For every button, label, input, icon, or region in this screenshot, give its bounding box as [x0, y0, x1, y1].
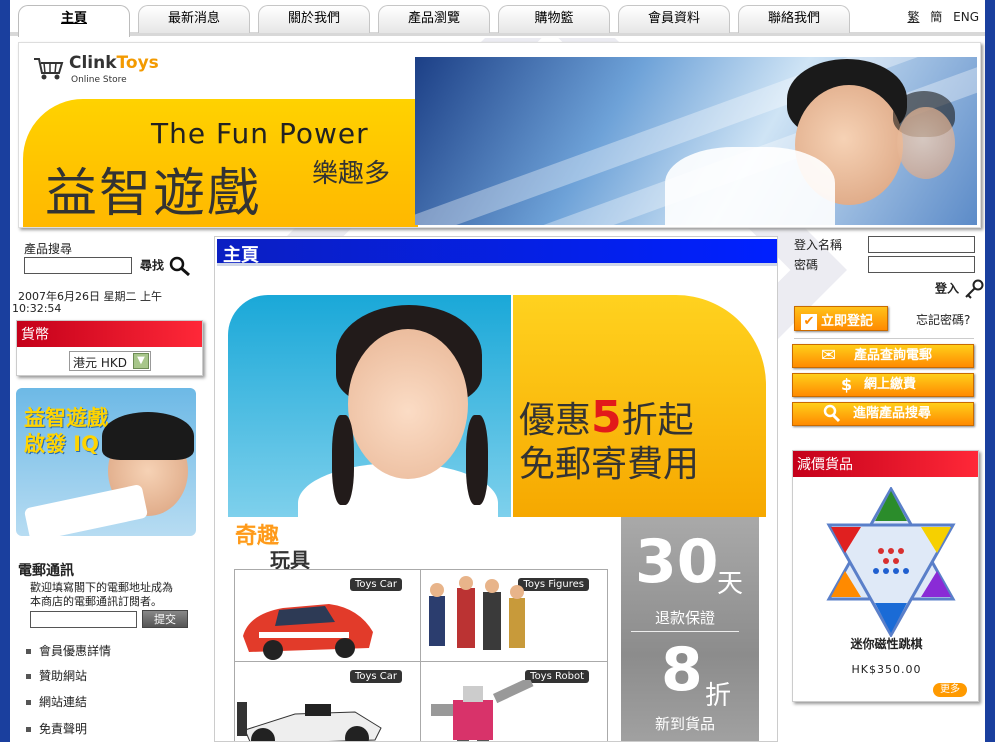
product-enquiry-email-button[interactable]: ✉ 產品查詢電郵 [792, 344, 974, 368]
sale-items-box: 減價貨品 迷你磁性跳棋 HK$350.00 更多 [792, 450, 979, 702]
header-banner: ClinkToys Online Store The Fun Power 益智遊… [18, 42, 981, 228]
newsletter-email-input[interactable] [30, 611, 137, 628]
product-tag: Toys Car [349, 578, 402, 591]
shopping-cart-icon [34, 58, 64, 80]
banner-headline-small: 樂趣多 [312, 159, 391, 189]
product-cell-robot[interactable]: Toys Robot [421, 662, 607, 741]
link-site-links[interactable]: 網站連結 [26, 693, 87, 710]
datetime-line2: 10:32:54 [12, 302, 62, 315]
right-sidebar: 登入名稱 密碼 登入 ✔ 立即登記 忘記密碼? ✉ 產品查詢電郵 $ 網上繳費 進階產… [788, 234, 985, 742]
password-input[interactable] [868, 256, 975, 273]
hero-offer-banner[interactable]: 優惠5折起 免郵寄費用 [513, 295, 766, 517]
sale-product-price: HK$350.00 [851, 663, 922, 676]
sale-product-name[interactable]: 迷你磁性跳棋 [793, 635, 980, 652]
logo-subtitle: Online Store [71, 75, 127, 85]
currency-box: 貨幣 港元 HKD ▼ [16, 320, 203, 376]
page: 主頁 最新消息 關於我們 產品瀏覽 購物籃 會員資料 聯絡我們 繁 簡 ENG … [10, 0, 985, 742]
discount-unit: 折 [705, 681, 732, 711]
new-arrivals-label: 新到貨品 [655, 715, 716, 733]
newsletter-title: 電郵通訊 [18, 563, 74, 579]
tab-member[interactable]: 會員資料 [618, 5, 730, 33]
sale-title: 減價貨品 [793, 451, 978, 477]
toy-figures-image [429, 576, 525, 650]
tab-contact[interactable]: 聯絡我們 [738, 5, 850, 33]
promo-iq-banner[interactable]: 益智遊戲 啟發 IQ [16, 388, 196, 536]
search-button[interactable]: 尋找 [140, 256, 192, 277]
hero-free-shipping: 免郵寄費用 [519, 444, 700, 485]
banner-photo-kids [415, 57, 977, 225]
lang-simplified[interactable]: 簡 [930, 10, 942, 24]
tab-home[interactable]: 主頁 [18, 5, 130, 37]
product-search-input[interactable] [24, 257, 132, 274]
refund-days-unit: 天 [717, 569, 744, 599]
login-name-input[interactable] [868, 236, 975, 253]
magnifier-icon [823, 403, 841, 431]
refund-days-number: 30 [635, 527, 719, 597]
toy-race-car-image [237, 702, 382, 741]
checkmark-icon: ✔ [801, 314, 817, 330]
newsletter-desc2: 本商店的電郵通訊訂閱者。 [30, 595, 162, 608]
newsletter-submit-button[interactable]: 提交 [142, 610, 188, 628]
product-cell-figures[interactable]: Toys Figures [421, 570, 607, 662]
search-label: 產品搜尋 [24, 242, 73, 256]
tab-about[interactable]: 關於我們 [258, 5, 370, 33]
discount-number: 8 [661, 635, 703, 705]
currency-title: 貨幣 [17, 321, 202, 347]
envelope-icon: ✉ [821, 345, 837, 366]
advanced-search-button[interactable]: 進階產品搜尋 [792, 402, 974, 426]
tab-cart[interactable]: 購物籃 [498, 5, 610, 33]
banner-headline-big: 益智遊戲 [45, 164, 262, 224]
lang-traditional[interactable]: 繁 [907, 10, 919, 24]
currency-select[interactable]: 港元 HKD ▼ [69, 351, 151, 371]
refund-guarantee-label: 退款保證 [655, 609, 716, 627]
language-switcher: 繁 簡 ENG [900, 8, 979, 25]
page-title: 主頁 [217, 239, 777, 266]
tab-products[interactable]: 產品瀏覽 [378, 5, 490, 33]
banner-headline-en: The Fun Power [151, 117, 369, 150]
link-sponsors[interactable]: 贊助網站 [26, 667, 87, 684]
key-icon [965, 279, 984, 299]
offer-panel: 30 天 退款保證 8 折 新到貨品 [621, 517, 759, 741]
promo-line2: 啟發 IQ [24, 432, 99, 456]
hero-girl-photo [228, 295, 511, 517]
main-content: 主頁 優惠5折起 免郵寄費用 奇趣 玩具 Toys Car Toys Figur… [214, 236, 778, 742]
more-button[interactable]: 更多 [933, 683, 967, 697]
logo-toys: Toys [116, 53, 159, 73]
dollar-icon: $ [841, 375, 853, 394]
lang-english[interactable]: ENG [953, 10, 979, 24]
login-button[interactable]: 登入 [935, 278, 985, 300]
online-payment-button[interactable]: $ 網上繳費 [792, 373, 974, 397]
register-button[interactable]: ✔ 立即登記 [794, 306, 888, 331]
tab-news[interactable]: 最新消息 [138, 5, 250, 33]
link-member-offers[interactable]: 會員優惠詳情 [26, 642, 111, 659]
magnifier-icon [169, 256, 191, 277]
product-cell-car[interactable]: Toys Car [235, 570, 421, 662]
top-navigation: 主頁 最新消息 關於我們 產品瀏覽 購物籃 會員資料 聯絡我們 繁 簡 ENG [10, 0, 985, 38]
login-name-label: 登入名稱 [794, 238, 843, 252]
product-grid: Toys Car Toys Figures Toys Car Toys Robo… [234, 569, 608, 741]
product-tag: Toys Car [349, 670, 402, 683]
chinese-checkers-image[interactable] [821, 487, 961, 637]
link-disclaimer[interactable]: 免責聲明 [26, 720, 87, 737]
password-label: 密碼 [794, 258, 819, 272]
product-cell-race-car[interactable]: Toys Car [235, 662, 421, 741]
forgot-password-link[interactable]: 忘記密碼? [916, 311, 970, 328]
toy-robot-image [431, 680, 534, 741]
chevron-down-icon: ▼ [133, 353, 149, 369]
logo-clink: Clink [69, 53, 117, 73]
toy-car-image [243, 604, 373, 660]
